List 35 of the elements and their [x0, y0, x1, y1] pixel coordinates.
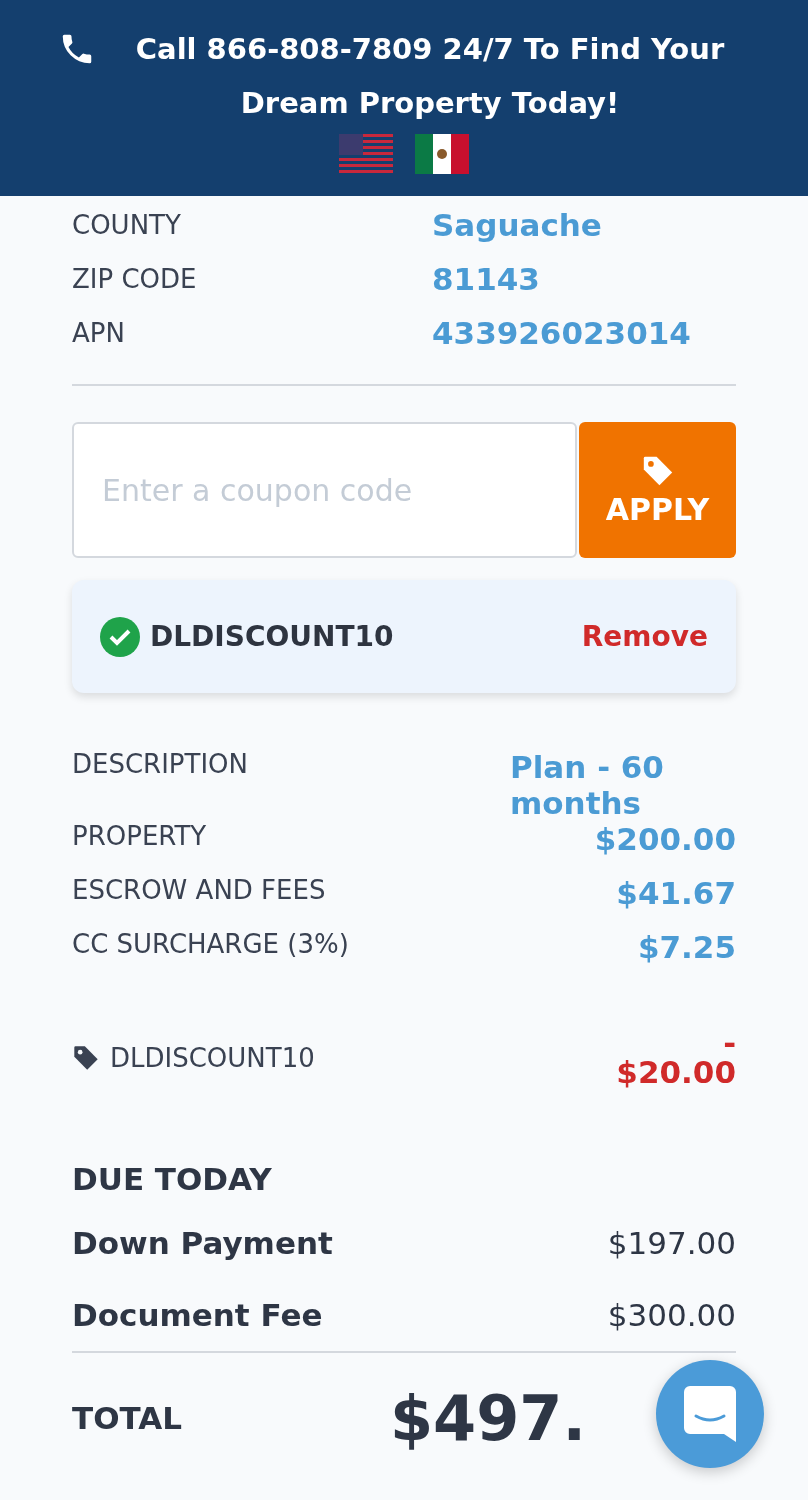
tag-icon — [72, 1044, 100, 1072]
due-label: Down Payment — [72, 1225, 333, 1261]
discount-amount: $20.00 — [615, 1053, 736, 1091]
detail-value: 81143 — [432, 261, 540, 297]
coupon-code: DLDISCOUNT10 — [150, 620, 394, 653]
due-value: $197.00 — [607, 1225, 736, 1261]
detail-value: 433926023014 — [432, 315, 691, 351]
discount-sign: - — [723, 1033, 736, 1053]
total-label: TOTAL — [72, 1400, 182, 1436]
total-amount: $497. — [389, 1381, 586, 1455]
summary-value: $41.67 — [615, 875, 736, 911]
detail-label: ZIP CODE — [72, 264, 198, 294]
summary-label: CC SURCHARGE (3%) — [72, 929, 350, 959]
summary-label: ESCROW AND FEES — [72, 875, 327, 905]
apply-button[interactable]: APPLY — [579, 422, 736, 558]
detail-value: Saguache — [432, 207, 602, 243]
summary-value: Plan - 60 months — [510, 749, 665, 821]
chat-icon — [684, 1386, 736, 1442]
due-value: $300.00 — [607, 1297, 736, 1333]
due-label: Document Fee — [72, 1297, 323, 1333]
mexico-flag-icon[interactable] — [415, 134, 469, 174]
remove-link[interactable]: Remove — [581, 620, 708, 653]
summary-label: DESCRIPTION — [72, 749, 249, 779]
discount-code: DLDISCOUNT10 — [110, 1043, 316, 1073]
detail-label: APN — [72, 318, 126, 348]
summary-label: PROPERTY — [72, 821, 208, 851]
coupon-input-field[interactable]: Enter a coupon code — [72, 422, 577, 558]
summary-value: $7.25 — [636, 929, 736, 965]
due-today-heading: DUE TODAY — [72, 1161, 273, 1197]
chat-button[interactable] — [656, 1360, 764, 1468]
check-circle-icon — [100, 616, 140, 657]
detail-label: COUNTY — [72, 210, 182, 240]
us-flag-icon[interactable] — [339, 134, 393, 174]
summary-value: $200.00 — [593, 821, 736, 857]
call-banner-text: Call 866-808-7809 24/7 To Find Your Dream Property Today! — [134, 31, 726, 122]
